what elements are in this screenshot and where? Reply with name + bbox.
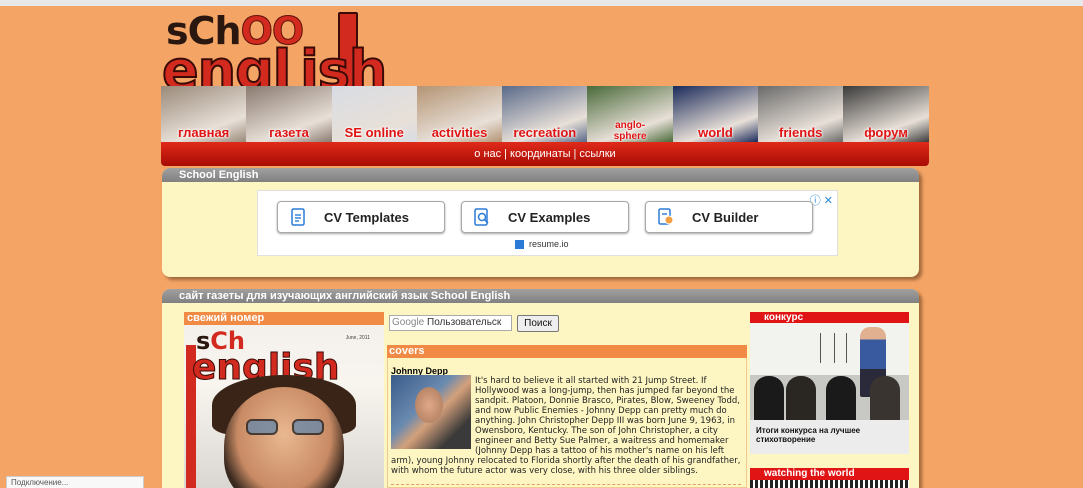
nav-gazeta[interactable]: газета (246, 86, 332, 142)
google-label: Google (392, 317, 425, 328)
builder-document-icon (658, 208, 674, 226)
contest-image[interactable] (750, 323, 909, 420)
nav-label: SE online (344, 125, 404, 140)
nav-friends[interactable]: friends (758, 86, 844, 142)
nav-forum[interactable]: форум (843, 86, 929, 142)
fresh-issue-title: свежий номер (184, 312, 384, 325)
panel-title: School English (162, 168, 919, 182)
resume-io-logo-icon (515, 239, 524, 249)
nav-glavnaya[interactable]: главная (161, 86, 247, 142)
nav-recreation[interactable]: recreation (502, 86, 588, 142)
ad-source[interactable]: resume.io (515, 239, 569, 249)
cv-templates-label: CV Templates (324, 209, 410, 225)
adchoices-icon[interactable]: ⓘ ✕ (810, 192, 833, 208)
search-placeholder: Пользовательск (427, 317, 502, 328)
nav-activities[interactable]: activities (416, 86, 503, 142)
search-input[interactable]: Google Пользовательск (389, 315, 512, 331)
ad-source-label: resume.io (529, 239, 569, 249)
main-nav: главная газета SE online activities recreati… (161, 86, 929, 142)
nav-label: главная (178, 125, 230, 140)
divider (391, 484, 741, 485)
nav-se-online[interactable]: SE online (331, 86, 417, 142)
browser-top-strip (0, 0, 1083, 6)
cv-builder-label: CV Builder (692, 209, 759, 225)
link-coordinates[interactable]: координаты (510, 148, 571, 160)
secondary-links-bar: о нас | координаты | ссылки (161, 142, 929, 166)
cover-date: June, 2011 (345, 335, 370, 341)
watching-world-image[interactable] (750, 480, 909, 488)
nav-label: форум (864, 125, 908, 140)
contest-caption[interactable]: Итоги конкурса на лучшее стихотворение (750, 420, 909, 454)
cv-templates-button[interactable]: CV Templates (277, 201, 445, 233)
cv-builder-button[interactable]: CV Builder (645, 201, 813, 233)
browser-status-bar: Подключение... (6, 476, 144, 488)
cover-photo-glasses (246, 419, 324, 435)
nav-world[interactable]: world (672, 86, 759, 142)
contest-title: конкурс (750, 312, 909, 323)
nav-label: friends (779, 125, 823, 140)
search-button[interactable]: Поиск (517, 315, 559, 332)
cv-examples-label: CV Examples (508, 209, 591, 225)
magnifier-document-icon (474, 208, 490, 226)
nav-label: recreation (513, 125, 577, 140)
nav-label: anglo- sphere (613, 120, 647, 142)
nav-label: world (698, 125, 733, 140)
article-photo[interactable] (391, 375, 471, 449)
watching-world-title: watching the world (750, 468, 909, 480)
panel-title: сайт газеты для изучающих английский язы… (162, 289, 919, 303)
nav-anglosphere[interactable]: anglo- sphere (587, 86, 673, 142)
issue-cover-image[interactable]: sCh english June, 2011 (184, 325, 384, 488)
nav-label: activities (431, 125, 488, 140)
separator: | (504, 148, 508, 160)
document-icon (290, 208, 306, 226)
covers-title: covers (387, 345, 747, 358)
ad-banner[interactable]: ⓘ ✕ CV Templates CV Examples CV Builder … (257, 190, 838, 256)
site-logo[interactable]: sChOO engl ish (161, 10, 462, 99)
link-links[interactable]: ссылки (579, 148, 615, 160)
nav-label: газета (269, 125, 309, 140)
link-about[interactable]: о нас (474, 148, 501, 160)
cv-examples-button[interactable]: CV Examples (461, 201, 629, 233)
